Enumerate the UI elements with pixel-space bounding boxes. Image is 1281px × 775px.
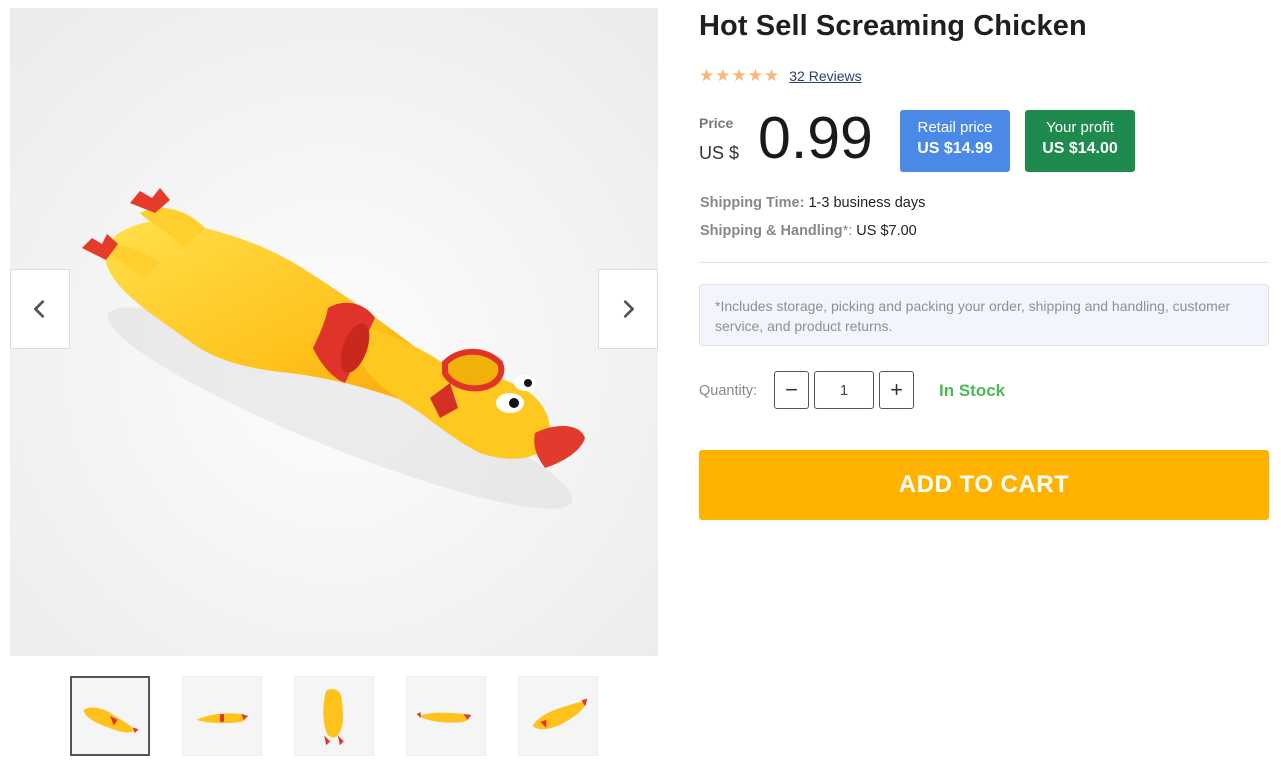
- quantity-decrease-button[interactable]: −: [774, 371, 809, 409]
- quantity-label: Quantity:: [699, 383, 758, 399]
- quantity-input[interactable]: [814, 371, 874, 409]
- thumbnail-5[interactable]: [518, 676, 598, 756]
- shipping-handling-asterisk: *:: [842, 223, 853, 239]
- next-image-button[interactable]: [598, 269, 658, 349]
- retail-price-value: US $14.99: [917, 140, 993, 157]
- divider: [699, 262, 1269, 263]
- shipping-time-value: 1-3 business days: [808, 195, 926, 211]
- main-product-image: [10, 8, 658, 656]
- previous-image-button[interactable]: [10, 269, 70, 349]
- quantity-increase-button[interactable]: +: [879, 371, 914, 409]
- star-icon: ★: [699, 66, 715, 85]
- price-label: Price: [699, 115, 734, 131]
- product-rating: ★ ★ ★ ★ ★ 32 Reviews: [699, 67, 862, 85]
- thumbnail-3[interactable]: [294, 676, 374, 756]
- thumbnail-4[interactable]: [406, 676, 486, 756]
- star-icon: ★: [731, 66, 747, 85]
- add-to-cart-button[interactable]: ADD TO CART: [699, 450, 1269, 520]
- half-star-icon: ★: [764, 66, 780, 85]
- chevron-right-icon: [623, 300, 634, 318]
- retail-price-badge: Retail price US $14.99: [900, 110, 1010, 172]
- thumbnail-strip: [70, 676, 598, 756]
- price-currency: US $: [699, 143, 740, 163]
- reviews-link[interactable]: 32 Reviews: [789, 68, 861, 84]
- star-icon: ★: [715, 66, 731, 85]
- product-gallery: [10, 8, 658, 656]
- shipping-handling: Shipping & Handling*: US $7.00: [700, 223, 917, 239]
- shipping-time-label: Shipping Time:: [700, 195, 805, 211]
- shipping-time: Shipping Time: 1-3 business days: [700, 195, 925, 211]
- product-title: Hot Sell Screaming Chicken: [699, 10, 1087, 42]
- star-icon: ★: [747, 66, 763, 85]
- shipping-handling-value: US $7.00: [856, 223, 917, 239]
- shipping-handling-label: Shipping & Handling: [700, 223, 843, 239]
- thumbnail-2[interactable]: [182, 676, 262, 756]
- thumbnail-1[interactable]: [70, 676, 150, 756]
- stock-status: In Stock: [939, 381, 1006, 400]
- profit-label: Your profit: [1046, 119, 1114, 136]
- retail-price-label: Retail price: [917, 119, 993, 136]
- profit-value: US $14.00: [1042, 140, 1118, 157]
- shipping-note: *Includes storage, picking and packing y…: [699, 284, 1269, 346]
- price-value: 0.99: [758, 105, 873, 171]
- profit-badge: Your profit US $14.00: [1025, 110, 1135, 172]
- chevron-left-icon: [34, 300, 45, 318]
- rating-stars: ★ ★ ★ ★ ★: [699, 67, 779, 85]
